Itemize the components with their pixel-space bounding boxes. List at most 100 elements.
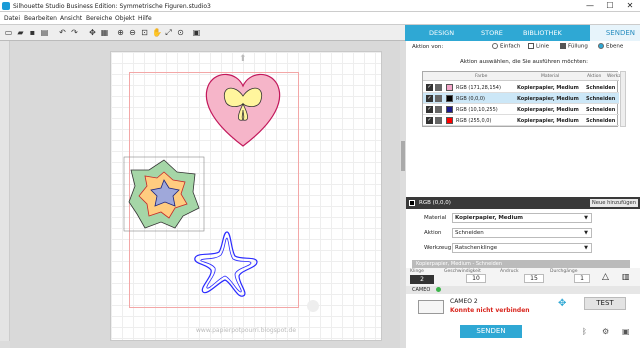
table-row[interactable]: ✓ RGB (255,0,0) Kopierpapier, Medium Sch… xyxy=(423,115,619,126)
passes-stepper[interactable]: 1 xyxy=(574,274,590,283)
action-cell[interactable]: Schneiden xyxy=(586,96,615,102)
line-icon xyxy=(528,43,534,49)
add-new-button[interactable]: Neue hinzufügen xyxy=(589,199,638,207)
mat-logo-icon xyxy=(307,300,319,312)
checkbox-icon[interactable]: ✓ xyxy=(426,117,433,124)
move-arrows-icon[interactable]: ✥ xyxy=(558,298,566,309)
mode-fill-option[interactable]: Füllung xyxy=(560,43,588,50)
print-icon[interactable]: ▤ xyxy=(40,28,49,37)
material-label: Material xyxy=(424,215,447,221)
bluetooth-icon[interactable]: ᛒ xyxy=(582,327,587,336)
watermark-text: www.papierpotpourri.blogspot.de xyxy=(196,327,297,334)
radio-icon xyxy=(492,43,498,49)
fit-icon[interactable]: ⤢ xyxy=(164,28,173,37)
color-swatch xyxy=(446,84,453,91)
open-folder-icon[interactable]: ▰ xyxy=(16,28,25,37)
scrollbar-thumb[interactable] xyxy=(401,141,405,171)
mode-simple-radio[interactable]: Einfach xyxy=(492,43,520,50)
grid-icon[interactable]: ▦ xyxy=(100,28,109,37)
layout-icon[interactable]: ▣ xyxy=(622,327,630,336)
status-ok-icon xyxy=(436,287,441,292)
tab-send[interactable]: SENDEN xyxy=(590,25,640,41)
material-cell[interactable]: Kopierpapier, Medium xyxy=(517,85,579,91)
tool-dropdown[interactable]: Ratschenklinge ▼ xyxy=(452,243,592,253)
window-title: Silhouette Studio Business Edition: Symm… xyxy=(13,3,211,10)
checkbox-icon[interactable]: ✓ xyxy=(426,106,433,113)
redo-icon[interactable]: ↷ xyxy=(70,28,79,37)
blade-stepper[interactable]: 2 xyxy=(410,275,434,284)
heart-shape[interactable] xyxy=(201,70,285,150)
mode-line-option[interactable]: Linie xyxy=(528,43,549,50)
force-stepper[interactable]: 15 xyxy=(524,274,544,283)
device-panel: CAMEO 2 Konnte nicht verbinden ✥ TEST SE… xyxy=(406,294,640,348)
menu-bearbeiten[interactable]: Bearbeiten xyxy=(24,15,57,22)
new-file-icon[interactable]: ▭ xyxy=(4,28,13,37)
mode-layer-label: Ebene xyxy=(606,43,624,50)
menu-ansicht[interactable]: Ansicht xyxy=(60,15,82,22)
menu-bereiche[interactable]: Bereiche xyxy=(86,15,112,22)
menu-datei[interactable]: Datei xyxy=(4,15,20,22)
checkbox-icon[interactable]: ✓ xyxy=(426,95,433,102)
layout-icon[interactable]: ▣ xyxy=(192,28,201,37)
table-row[interactable]: ✓ RGB (171,28,154) Kopierpapier, Medium … xyxy=(423,82,619,93)
zoom-box-icon[interactable]: ⊡ xyxy=(140,28,149,37)
mode-fill-label: Füllung xyxy=(568,43,588,50)
maximize-button[interactable]: ☐ xyxy=(600,0,620,12)
menu-hilfe[interactable]: Hilfe xyxy=(138,15,152,22)
save-icon[interactable]: ▪ xyxy=(28,28,37,37)
settings-group-bar: Kopierpapier, Medium - Schneiden xyxy=(412,260,630,268)
star-shape[interactable] xyxy=(189,226,263,300)
tool-list-icon[interactable]: ▥ xyxy=(622,272,630,281)
tab-library[interactable]: BIBLIOTHEK xyxy=(523,29,562,37)
radio-icon xyxy=(598,43,604,49)
menu-bar: Datei Bearbeiten Ansicht Bereiche Objekt… xyxy=(0,12,640,25)
tab-design[interactable]: DESIGN xyxy=(429,29,454,37)
pan-icon[interactable]: ✋ xyxy=(152,28,162,37)
minimize-button[interactable]: — xyxy=(580,0,600,12)
mode-simple-label: Einfach xyxy=(500,43,521,50)
select-icon[interactable]: ✥ xyxy=(88,28,97,37)
material-cell[interactable]: Kopierpapier, Medium xyxy=(517,107,579,113)
action-cell[interactable]: Schneiden xyxy=(586,118,615,124)
material-dropdown[interactable]: Kopierpapier, Medium ▼ xyxy=(452,213,592,223)
speed-stepper[interactable]: 10 xyxy=(466,274,486,283)
tab-store[interactable]: STORE xyxy=(481,29,503,37)
line-style-icon xyxy=(435,84,442,91)
table-row[interactable]: ✓ RGB (10,10,255) Kopierpapier, Medium S… xyxy=(423,104,619,115)
flower-shape[interactable] xyxy=(123,156,205,232)
table-header: Farbe Material Aktion Werkz xyxy=(423,72,621,81)
close-button[interactable]: ✕ xyxy=(620,0,640,12)
settings-icon[interactable]: ⚙ xyxy=(602,327,609,336)
canvas-area[interactable]: ⬆ www.papierpotpourri.blogspot.de xyxy=(10,41,400,348)
action-cell[interactable]: Schneiden xyxy=(586,85,615,91)
cutting-mat[interactable]: ⬆ www.papierpotpourri.blogspot.de xyxy=(110,51,382,341)
selected-swatch xyxy=(409,200,415,206)
undo-icon[interactable]: ↶ xyxy=(58,28,67,37)
mode-layer-option[interactable]: Ebene xyxy=(598,43,623,50)
color-label: RGB (10,10,255) xyxy=(456,107,498,113)
tool-triangle-icon[interactable]: △ xyxy=(602,272,609,282)
zoom-in-icon[interactable]: ⊕ xyxy=(116,28,125,37)
action-value: Schneiden xyxy=(455,230,484,236)
menu-objekt[interactable]: Objekt xyxy=(115,15,135,22)
mat-home-icon: ⬆ xyxy=(239,54,247,64)
blade-label: Klinge xyxy=(410,269,424,274)
color-swatch xyxy=(446,106,453,113)
material-cell[interactable]: Kopierpapier, Medium xyxy=(517,118,579,124)
test-button[interactable]: TEST xyxy=(584,297,626,310)
table-row[interactable]: ✓ RGB (0,0,0) Kopierpapier, Medium Schne… xyxy=(423,93,619,104)
material-cell[interactable]: Kopierpapier, Medium xyxy=(517,96,579,102)
table-scrollbar[interactable] xyxy=(620,71,626,127)
fill-icon xyxy=(560,43,566,49)
col-action: Aktion xyxy=(587,74,602,79)
zoom-select-icon[interactable]: ⊙ xyxy=(176,28,185,37)
send-button[interactable]: SENDEN xyxy=(460,325,522,338)
action-dropdown[interactable]: Schneiden ▼ xyxy=(452,228,592,238)
zoom-out-icon[interactable]: ⊖ xyxy=(128,28,137,37)
checkbox-icon[interactable]: ✓ xyxy=(426,84,433,91)
color-label: RGB (171,28,154) xyxy=(456,85,501,91)
line-style-icon xyxy=(435,117,442,124)
action-cell[interactable]: Schneiden xyxy=(586,107,615,113)
app-icon xyxy=(2,2,10,10)
device-name: CAMEO 2 xyxy=(450,298,478,305)
